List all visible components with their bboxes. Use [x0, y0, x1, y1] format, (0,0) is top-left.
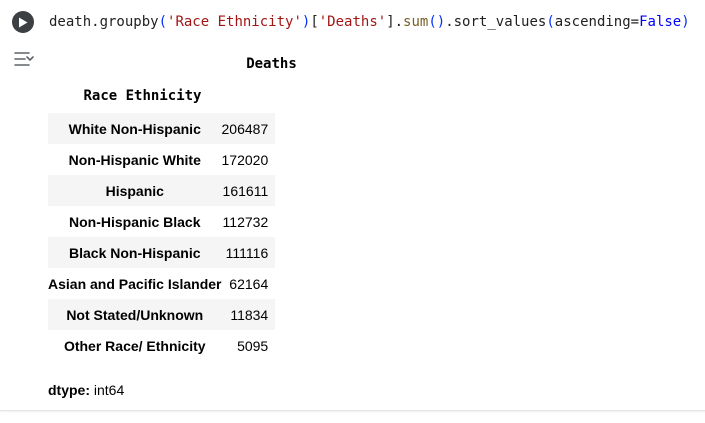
code-token: ]. [386, 14, 404, 30]
row-value: 62164 [229, 275, 269, 292]
code-token: .sort_values [445, 14, 547, 30]
dtype-label: dtype: [48, 382, 90, 398]
series-table: White Non-Hispanic 206487 Non-Hispanic W… [48, 113, 276, 361]
row-value: 161611 [221, 175, 276, 206]
row-label: Non-Hispanic Black [69, 213, 201, 230]
output-options-icon[interactable] [12, 49, 36, 69]
table-row: Not Stated/Unknown 11834 [48, 299, 276, 330]
row-value: 172020 [221, 151, 269, 168]
code-token: death.groupby [49, 14, 159, 30]
row-value: 112732 [222, 213, 269, 230]
code-function: sum [403, 14, 429, 30]
table-row: Other Race/ Ethnicity 5095 [48, 330, 275, 361]
table-row: Non-Hispanic Black 112732 [48, 206, 275, 237]
row-label: Not Stated/Unknown [48, 299, 222, 330]
row-value: 5095 [237, 337, 269, 354]
play-icon [19, 17, 28, 27]
row-value: 111116 [221, 237, 276, 268]
column-header: Deaths [246, 56, 297, 72]
row-value: 206487 [221, 113, 276, 144]
code-token: ascending= [554, 14, 640, 30]
row-label: Asian and Pacific Islander [48, 275, 222, 292]
run-cell-button[interactable] [12, 11, 34, 33]
code-token: ) [681, 14, 690, 30]
row-label: White Non-Hispanic [48, 113, 222, 144]
code-keyword: False [639, 14, 682, 30]
row-label: Non-Hispanic White [68, 151, 201, 168]
table-row: White Non-Hispanic 206487 [48, 113, 276, 144]
code-token: ( [158, 14, 168, 30]
row-label: Black Non-Hispanic [48, 237, 222, 268]
row-label: Hispanic [48, 175, 222, 206]
index-name-header: Race Ethnicity [83, 88, 202, 104]
table-row: Black Non-Hispanic 111116 [48, 237, 276, 268]
row-value: 11834 [221, 299, 276, 330]
dtype-value: int64 [90, 382, 125, 398]
code-cell: death.groupby('Race Ethnicity')['Deaths'… [0, 0, 705, 411]
code-editor[interactable]: death.groupby('Race Ethnicity')['Deaths'… [49, 10, 690, 34]
code-token: ( [546, 14, 555, 30]
code-token: [ [310, 14, 319, 30]
code-string: 'Deaths' [318, 14, 387, 30]
row-label: Other Race/ Ethnicity [63, 337, 206, 354]
dtype-line: dtype: int64 [48, 382, 124, 398]
table-row: Asian and Pacific Islander 62164 [48, 268, 275, 299]
table-row: Non-Hispanic White 172020 [48, 144, 275, 175]
code-token: () [428, 14, 446, 30]
code-string: 'Race Ethnicity' [167, 14, 302, 30]
table-row: Hispanic 161611 [48, 175, 276, 206]
